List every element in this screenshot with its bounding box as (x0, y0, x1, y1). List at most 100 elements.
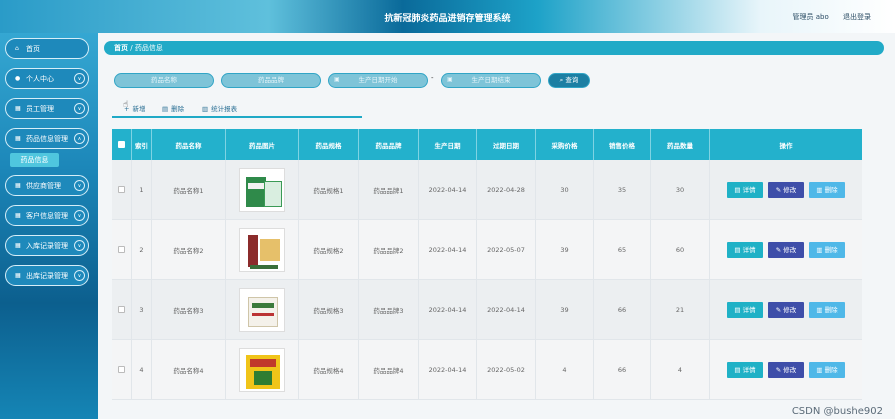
select-all-checkbox[interactable] (118, 141, 125, 148)
detail-icon: ▤ (734, 185, 741, 194)
batch-delete-button[interactable]: ▤ 删除 (162, 103, 184, 113)
sale-price: 66 (594, 340, 651, 399)
chevron-down-icon: ∨ (74, 73, 85, 84)
drug-spec: 药品规格1 (299, 160, 359, 219)
edit-label: 修改 (783, 245, 797, 254)
delete-button[interactable]: ▥ 删除 (809, 361, 845, 378)
production-date-end-input[interactable]: ▣ 生产日期结束 (441, 73, 541, 88)
add-button-label: 新增 (132, 105, 146, 113)
drug-brand: 药品品牌4 (359, 340, 419, 399)
header-user-area: 管理员 abo 退出登录 (781, 12, 871, 22)
expiry-date: 2022-04-28 (477, 160, 536, 219)
detail-icon: ▤ (734, 305, 741, 314)
main-content: 首页 / 药品信息 药品名称 药品品牌 ▣ 生产日期开始 - ▣ 生产日期结束 … (98, 33, 895, 419)
detail-label: 详情 (742, 305, 756, 314)
drug-image-cell (226, 340, 299, 399)
drug-quantity: 30 (651, 160, 710, 219)
sidebar-item-label: 个人中心 (26, 74, 54, 83)
date-end-placeholder: 生产日期结束 (471, 76, 511, 84)
edit-button[interactable]: ✎ 修改 (768, 361, 804, 378)
edit-button[interactable]: ✎ 修改 (768, 301, 804, 318)
drug-quantity: 4 (651, 340, 710, 399)
edit-label: 修改 (783, 365, 797, 374)
chevron-down-icon: ∨ (74, 270, 85, 281)
sidebar-item-suppliers[interactable]: ▦ 供应商管理 ∨ (5, 175, 89, 196)
sidebar-item-label: 客户信息管理 (26, 211, 68, 220)
column-header: 过期日期 (477, 129, 536, 160)
delete-label: 删除 (824, 365, 838, 374)
sidebar-subitem-drug-info[interactable]: 药品信息 (10, 153, 59, 167)
row-checkbox[interactable] (118, 246, 125, 253)
column-header: 销售价格 (594, 129, 651, 160)
edit-button[interactable]: ✎ 修改 (768, 241, 804, 258)
row-actions: ▤ 详情 ✎ 修改 ▥ 删除 (710, 220, 862, 279)
edit-icon: ✎ (775, 245, 782, 254)
detail-button[interactable]: ▤ 详情 (727, 361, 763, 378)
drug-spec: 药品规格3 (299, 280, 359, 339)
drug-brand-placeholder: 药品品牌 (258, 76, 284, 84)
expiry-date: 2022-05-07 (477, 220, 536, 279)
search-icon: ⌕ (559, 76, 564, 84)
row-checkbox[interactable] (118, 366, 125, 373)
row-index: 3 (132, 280, 152, 339)
breadcrumb-home[interactable]: 首页 (114, 44, 128, 52)
detail-button[interactable]: ▤ 详情 (727, 301, 763, 318)
stats-button-label: 统计报表 (211, 105, 238, 113)
delete-button[interactable]: ▥ 删除 (809, 181, 845, 198)
sidebar-item-outbound[interactable]: ▦ 出库记录管理 ∨ (5, 265, 89, 286)
breadcrumb: 首页 / 药品信息 (104, 41, 884, 55)
delete-button[interactable]: ▥ 删除 (809, 301, 845, 318)
drug-brand-search-input[interactable]: 药品品牌 (221, 73, 321, 88)
drug-image-cell (226, 160, 299, 219)
row-checkbox[interactable] (118, 306, 125, 313)
sidebar-item-home[interactable]: ⌂ 首页 (5, 38, 89, 59)
drug-name-search-input[interactable]: 药品名称 (114, 73, 214, 88)
row-index: 1 (132, 160, 152, 219)
column-header: 采购价格 (536, 129, 594, 160)
edit-button[interactable]: ✎ 修改 (768, 181, 804, 198)
production-date: 2022-04-14 (419, 160, 477, 219)
delete-label: 删除 (824, 185, 838, 194)
purchase-price: 4 (536, 340, 594, 399)
chevron-down-icon: ∨ (74, 180, 85, 191)
sidebar-item-customers[interactable]: ▦ 客户信息管理 ∨ (5, 205, 89, 226)
sidebar-item-staff[interactable]: ▦ 员工管理 ∨ (5, 98, 89, 119)
stats-report-button[interactable]: ▥ 统计报表 (202, 103, 237, 113)
logout-link[interactable]: 退出登录 (843, 13, 871, 21)
row-checkbox[interactable] (118, 186, 125, 193)
drug-name: 药品名称4 (152, 340, 226, 399)
column-header: 药品图片 (226, 129, 299, 160)
trash-icon: ▥ (816, 305, 823, 314)
row-select-cell (112, 220, 132, 279)
sidebar-item-profile[interactable]: ● 个人中心 ∨ (5, 68, 89, 89)
grid-icon: ▦ (15, 212, 21, 219)
query-button[interactable]: ⌕ 查询 (548, 73, 590, 88)
sale-price: 35 (594, 160, 651, 219)
delete-button[interactable]: ▥ 删除 (809, 241, 845, 258)
breadcrumb-separator: / (130, 44, 133, 52)
edit-label: 修改 (783, 305, 797, 314)
watermark: CSDN @bushe902 (791, 406, 883, 417)
detail-button[interactable]: ▤ 详情 (727, 241, 763, 258)
table-row: 3 药品名称3 药品规格3 药品品牌3 2022-04-14 2022-04-1… (112, 280, 862, 340)
sidebar-item-inbound[interactable]: ▦ 入库记录管理 ∨ (5, 235, 89, 256)
row-actions: ▤ 详情 ✎ 修改 ▥ 删除 (710, 160, 862, 219)
drug-image (239, 227, 285, 272)
query-button-label: 查询 (565, 76, 579, 84)
sidebar-item-drug-info[interactable]: ▦ 药品信息管理 ∧ (5, 128, 89, 149)
detail-label: 详情 (742, 245, 756, 254)
drug-name-placeholder: 药品名称 (151, 76, 177, 84)
trash-icon: ▥ (816, 185, 823, 194)
bar-chart-icon: ▥ (202, 105, 209, 113)
detail-button[interactable]: ▤ 详情 (727, 181, 763, 198)
expiry-date: 2022-05-02 (477, 340, 536, 399)
production-date-start-input[interactable]: ▣ 生产日期开始 (328, 73, 428, 88)
top-header: 抗新冠肺炎药品进销存管理系统 管理员 abo 退出登录 (0, 0, 895, 33)
column-header: 药品名称 (152, 129, 226, 160)
production-date: 2022-04-14 (419, 340, 477, 399)
grid-icon: ▦ (15, 182, 21, 189)
production-date: 2022-04-14 (419, 220, 477, 279)
breadcrumb-current: 药品信息 (134, 44, 163, 52)
drug-spec: 药品规格4 (299, 340, 359, 399)
action-toolbar: + 新增 ▤ 删除 ▥ 统计报表 (112, 100, 362, 118)
